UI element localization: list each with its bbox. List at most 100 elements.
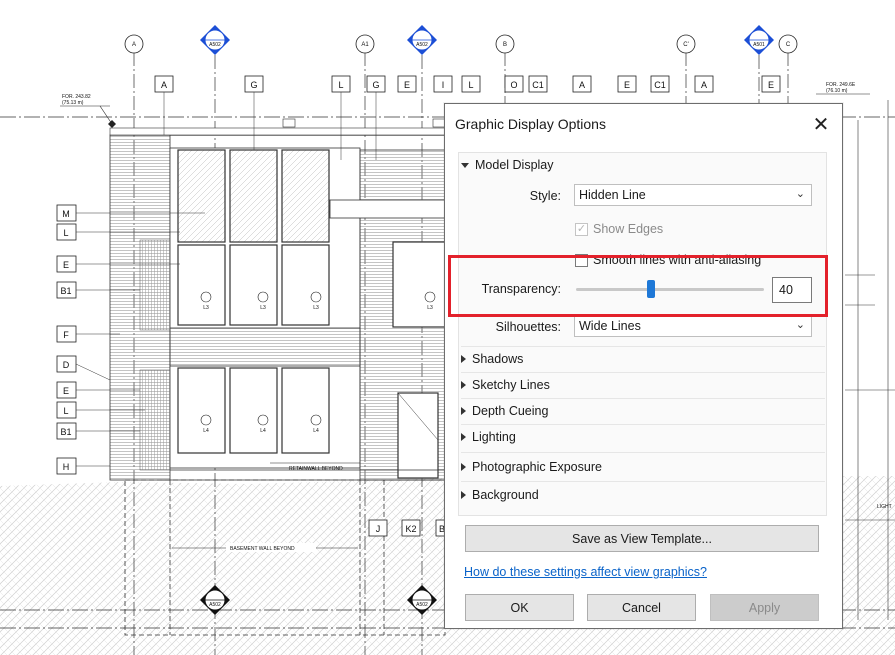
section-photographic-exposure[interactable]: Photographic Exposure (461, 460, 602, 474)
left-tag-5: F (63, 330, 69, 340)
chevron-down-icon: ⌄ (795, 188, 805, 200)
top-tag-3: L (338, 80, 343, 90)
window-tag-6: L4 (260, 428, 266, 434)
apply-button[interactable]: Apply (710, 594, 819, 621)
left-tag-6: D (63, 360, 70, 370)
grid-label-a: A (132, 42, 136, 48)
smooth-lines-checkbox[interactable] (575, 254, 588, 267)
transparency-input[interactable]: 40 (772, 277, 812, 303)
silhouettes-label: Silhouettes: (495, 320, 561, 334)
section-label-top-2: A502 (416, 42, 428, 48)
section-depth-cueing[interactable]: Depth Cueing (461, 404, 548, 418)
section-background[interactable]: Background (461, 488, 539, 502)
top-tag-9: C1 (532, 80, 544, 90)
style-select[interactable]: Hidden Line ⌄ (574, 184, 812, 206)
section-shadows[interactable]: Shadows (461, 352, 523, 366)
basement-wall-note: BASEMENT WALL BEYOND (230, 546, 295, 552)
section-label-top-3: A501 (753, 42, 765, 48)
show-edges-label: Show Edges (593, 222, 664, 236)
silhouettes-select[interactable]: Wide Lines ⌄ (574, 315, 812, 337)
section-model-display[interactable]: Model Display (461, 158, 554, 172)
left-tag-4: B1 (60, 286, 71, 296)
window-tag-7: L4 (313, 428, 319, 434)
grid-label-c-prime: C' (683, 42, 688, 48)
cancel-button[interactable]: Cancel (587, 594, 696, 621)
left-tag-10: H (63, 462, 70, 472)
bottom-tag-2: K2 (405, 524, 416, 534)
grid-label-a1: A1 (361, 42, 369, 48)
checkmark-icon: ✓ (576, 223, 587, 235)
close-button[interactable]: ✕ (806, 110, 836, 138)
top-tag-2: G (250, 80, 257, 90)
retainwall-note: RETAINWALL BEYOND (289, 466, 343, 472)
top-tag-labels: A G L G E I L O C1 A E C1 A E (161, 80, 774, 90)
section-model-display-label: Model Display (475, 158, 554, 172)
graphic-display-options-dialog: Graphic Display Options ✕ Model Display … (444, 103, 843, 629)
top-tag-12: C1 (654, 80, 666, 90)
section-lighting[interactable]: Lighting (461, 430, 516, 444)
section-depth-cueing-label: Depth Cueing (472, 404, 549, 418)
transparency-label: Transparency: (481, 282, 561, 296)
section-lighting-label: Lighting (472, 430, 516, 444)
right-level-sub: (76.10 m) (826, 88, 848, 94)
left-tag-3: E (63, 260, 69, 270)
section-background-label: Background (472, 488, 539, 502)
divider (461, 481, 825, 482)
style-select-value: Hidden Line (579, 188, 646, 202)
left-level-sub: (75.13 m) (62, 100, 84, 106)
window-tag-1: L3 (203, 305, 209, 311)
left-tag-9: B1 (60, 427, 71, 437)
window-tag-3: L3 (313, 305, 319, 311)
top-tag-8: O (510, 80, 517, 90)
chevron-down-icon: ⌄ (795, 319, 805, 331)
transparency-slider-thumb[interactable] (647, 280, 656, 298)
divider (461, 424, 825, 425)
triangle-down-icon (461, 162, 469, 168)
section-shadows-label: Shadows (472, 352, 524, 366)
section-label-bottom-1: A502 (209, 602, 221, 608)
top-tag-4: G (372, 80, 379, 90)
section-photographic-exposure-label: Photographic Exposure (472, 460, 602, 474)
divider (461, 372, 825, 373)
triangle-right-icon (461, 463, 466, 471)
style-label: Style: (529, 189, 561, 203)
top-tag-10: A (579, 80, 585, 90)
triangle-right-icon (461, 355, 466, 363)
silhouettes-select-value: Wide Lines (579, 319, 641, 333)
section-label-top-1: A502 (209, 42, 221, 48)
dialog-title: Graphic Display Options (455, 116, 606, 132)
divider (461, 346, 825, 347)
top-tag-5: E (404, 80, 410, 90)
top-tag-7: L (468, 80, 473, 90)
window-tag-2: L3 (260, 305, 266, 311)
grid-label-c: C (786, 42, 791, 48)
help-link[interactable]: How do these settings affect view graphi… (464, 565, 707, 579)
show-edges-checkbox[interactable]: ✓ (575, 223, 588, 236)
transparency-slider-track[interactable] (576, 288, 764, 291)
top-tag-14: E (768, 80, 774, 90)
window-tag-5: L4 (203, 428, 209, 434)
triangle-right-icon (461, 433, 466, 441)
top-tag-11: E (624, 80, 630, 90)
right-edge-text: LIGHT (877, 504, 892, 510)
left-tag-1: M (62, 209, 70, 219)
top-tag-13: A (701, 80, 707, 90)
left-tag-8: L (63, 406, 68, 416)
smooth-lines-label: Smooth lines with anti-aliasing (593, 253, 762, 267)
window-tag-4: L3 (427, 305, 433, 311)
top-tag-1: A (161, 80, 167, 90)
left-tag-2: L (63, 228, 68, 238)
section-sketchy-lines[interactable]: Sketchy Lines (461, 378, 550, 392)
bottom-tag-1: J (376, 524, 381, 534)
top-tag-6: I (442, 80, 445, 90)
triangle-right-icon (461, 381, 466, 389)
divider (461, 398, 825, 399)
section-label-bottom-2: A502 (416, 602, 428, 608)
left-tag-7: E (63, 386, 69, 396)
section-sketchy-lines-label: Sketchy Lines (472, 378, 550, 392)
divider (461, 452, 825, 453)
ok-button[interactable]: OK (465, 594, 574, 621)
grid-label-b: B (503, 42, 507, 48)
close-icon: ✕ (812, 113, 830, 136)
save-as-view-template-button[interactable]: Save as View Template... (465, 525, 819, 552)
